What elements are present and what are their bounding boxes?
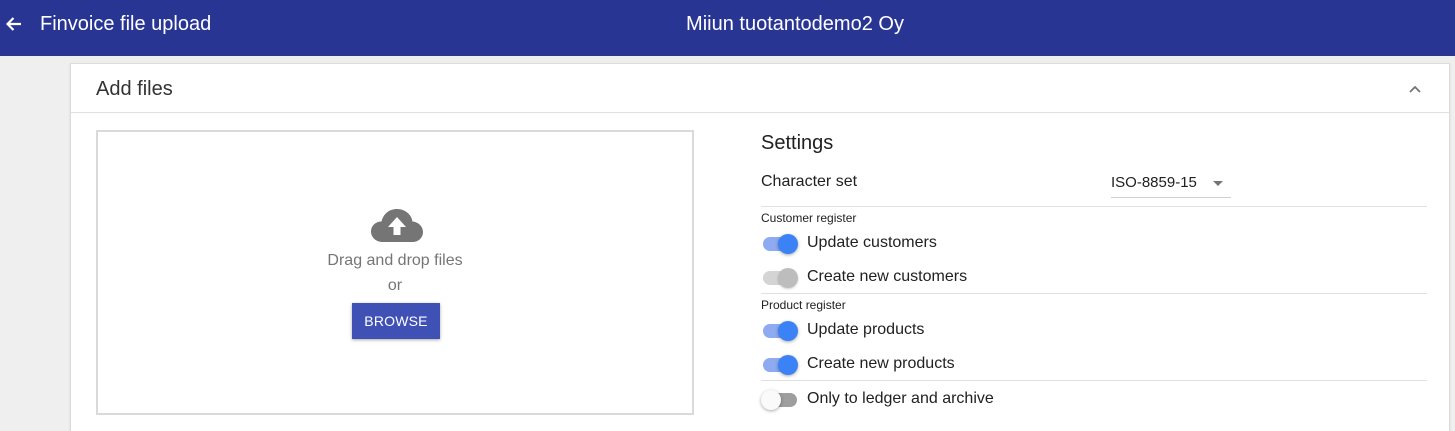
- file-dropzone[interactable]: Drag and drop files or BROWSE: [96, 130, 694, 415]
- ledger-only-toggle[interactable]: Only to ledger and archive: [761, 386, 1161, 412]
- settings-panel: Settings Character set ISO-8859-15 Custo…: [761, 130, 1427, 430]
- product-register-label: Product register: [761, 298, 846, 312]
- charset-value: ISO-8859-15: [1111, 174, 1197, 191]
- toggle-label: Update customers: [807, 234, 937, 251]
- toggle-label: Create new customers: [807, 268, 968, 285]
- card-header: Add files: [71, 64, 1449, 113]
- divider: [761, 380, 1427, 381]
- charset-select[interactable]: ISO-8859-15: [1111, 173, 1231, 198]
- toggle-thumb: [778, 268, 798, 288]
- settings-title: Settings: [761, 132, 834, 154]
- toggle-label: Create new products: [807, 355, 955, 372]
- chevron-up-icon: [1409, 85, 1421, 93]
- create-customers-toggle[interactable]: Create new customers: [761, 264, 1161, 290]
- cloud-upload-icon: [371, 209, 423, 242]
- collapse-button[interactable]: [1407, 82, 1423, 96]
- company-name: Miiun tuotantodemo2 Oy: [686, 13, 904, 35]
- add-files-card: Add files Drag and drop files or BROWSE …: [70, 63, 1450, 431]
- divider: [761, 206, 1427, 207]
- toggle-thumb: [778, 321, 798, 341]
- toggle-thumb: [778, 234, 798, 254]
- app-header: Finvoice file upload Miiun tuotantodemo2…: [0, 0, 1455, 56]
- update-customers-toggle[interactable]: Update customers: [761, 230, 1161, 256]
- dropzone-or-text: or: [387, 277, 403, 294]
- divider: [761, 293, 1427, 294]
- card-title: Add files: [96, 78, 173, 100]
- toggle-thumb: [761, 390, 781, 410]
- dropzone-text: Drag and drop files: [327, 252, 463, 269]
- browse-button[interactable]: BROWSE: [352, 303, 440, 339]
- charset-label: Character set: [761, 173, 858, 190]
- create-products-toggle[interactable]: Create new products: [761, 351, 1161, 377]
- toggle-label: Update products: [807, 321, 925, 338]
- toggle-label: Only to ledger and archive: [807, 390, 994, 407]
- toggle-thumb: [778, 355, 798, 375]
- dropdown-arrow-icon: [1213, 181, 1223, 186]
- customer-register-label: Customer register: [761, 211, 857, 225]
- update-products-toggle[interactable]: Update products: [761, 317, 1161, 343]
